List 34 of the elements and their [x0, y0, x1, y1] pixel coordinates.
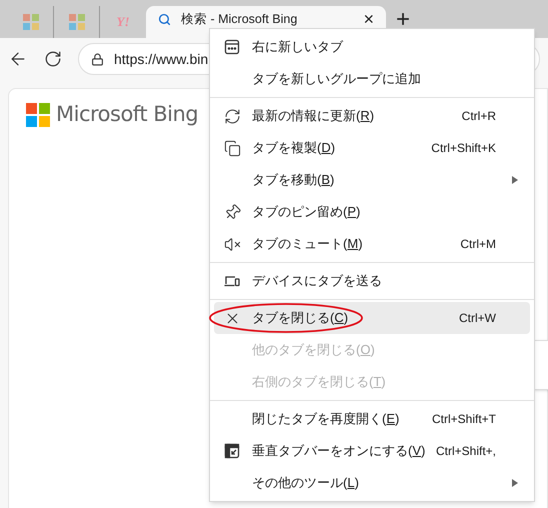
menu-item[interactable]: 閉じたタブを再度開く(E) Ctrl+Shift+T: [214, 403, 530, 435]
microsoft-logo-icon: [26, 102, 50, 127]
microsoft-logo-icon: [68, 14, 84, 30]
menu-item[interactable]: タブを移動(B): [214, 164, 530, 196]
devices-icon: [224, 275, 240, 287]
refresh-icon: [224, 108, 241, 124]
shortcut-text: Ctrl+R: [462, 108, 496, 125]
menu-item[interactable]: タブを新しいグループに追加: [214, 63, 530, 95]
menu-item[interactable]: タブを複製(D) Ctrl+Shift+K: [214, 132, 530, 164]
tab-close-button[interactable]: ×: [363, 10, 374, 28]
microsoft-logo-icon: [22, 14, 38, 30]
menu-item[interactable]: タブのピン留め(P): [214, 196, 530, 228]
copy-icon: [224, 140, 241, 156]
vertical-tabs-icon: [224, 443, 240, 459]
site-logo: Y!: [116, 13, 130, 32]
menu-item[interactable]: 垂直タブバーをオンにする(V) Ctrl+Shift+,: [214, 435, 530, 467]
shortcut-text: Ctrl+W: [459, 310, 496, 327]
menu-item[interactable]: タブのミュート(M) Ctrl+M: [214, 228, 530, 260]
reload-button[interactable]: [44, 50, 62, 68]
shortcut-text: Ctrl+M: [460, 236, 496, 253]
lock-icon: [91, 52, 104, 66]
new-tab-icon: [224, 39, 240, 55]
url-text: https://www.bin: [114, 50, 208, 69]
mute-icon: [224, 236, 241, 252]
menu-item[interactable]: デバイスにタブを送る: [214, 265, 530, 297]
new-tab-button[interactable]: +: [396, 8, 410, 32]
menu-item[interactable]: その他のツール(L): [214, 467, 530, 499]
logo-text: Microsoft Bing: [56, 101, 198, 128]
menu-item[interactable]: 最新の情報に更新(R) Ctrl+R: [214, 100, 530, 132]
search-icon: [158, 12, 171, 26]
shortcut-text: Ctrl+Shift+T: [432, 411, 496, 428]
tab-title: 検索 - Microsoft Bing: [181, 10, 298, 28]
shortcut-text: Ctrl+Shift+K: [431, 140, 496, 157]
shortcut-text: Ctrl+Shift+,: [436, 443, 496, 460]
